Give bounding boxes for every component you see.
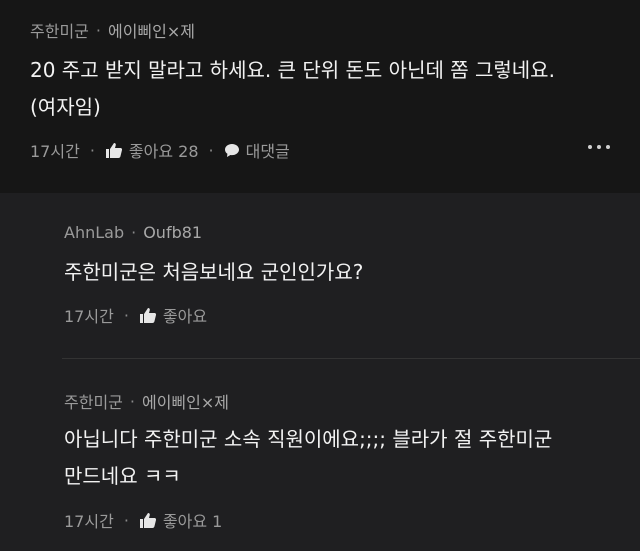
speech-bubble-icon bbox=[224, 143, 240, 158]
meta-separator: · bbox=[131, 223, 137, 242]
meta-separator: · bbox=[95, 20, 101, 40]
thumbs-up-icon bbox=[139, 512, 157, 529]
post-text-line: 20 주고 받지 말라고 하세요. 큰 단위 돈도 아닌데 쫌 그렇네요. bbox=[30, 58, 555, 82]
reply-time: 17시간 bbox=[64, 307, 114, 326]
like-button[interactable]: 좋아요 28 bbox=[105, 138, 199, 162]
more-dot bbox=[606, 145, 610, 149]
reply-time: 17시간 bbox=[64, 512, 114, 531]
divider bbox=[62, 358, 640, 359]
reply-company[interactable]: 에이삐인×제 bbox=[142, 389, 229, 413]
like-label: 좋아요 28 bbox=[128, 142, 199, 161]
action-separator: · bbox=[123, 305, 129, 325]
reply-meta: AhnLab · Oufb81 bbox=[64, 223, 202, 242]
reply-author[interactable]: AhnLab bbox=[64, 223, 124, 242]
reply-body: 주한미군은 처음보네요 군인인가요? bbox=[64, 254, 363, 291]
more-dot bbox=[588, 145, 592, 149]
reply-actions: 17시간 · 좋아요 1 bbox=[64, 508, 222, 532]
like-button[interactable]: 좋아요 1 bbox=[139, 508, 222, 532]
original-post: 주한미군 · 에이삐인×제 20 주고 받지 말라고 하세요. 큰 단위 돈도 … bbox=[0, 0, 640, 193]
thumbs-up-icon bbox=[139, 307, 157, 324]
reply-meta: 주한미군 · 에이삐인×제 bbox=[64, 389, 229, 413]
action-separator: · bbox=[89, 140, 95, 160]
post-company[interactable]: 에이삐인×제 bbox=[108, 18, 195, 42]
post-author[interactable]: 주한미군 bbox=[30, 18, 89, 42]
post-body: 20 주고 받지 말라고 하세요. 큰 단위 돈도 아닌데 쫌 그렇네요. (여… bbox=[30, 52, 555, 126]
reply-button[interactable]: 대댓글 bbox=[224, 138, 290, 162]
meta-separator: · bbox=[129, 391, 135, 411]
reply-body: 아닙니다 주한미군 소속 직원이에요;;;; 블라가 절 주한미군 만드네요 ㅋ… bbox=[64, 421, 552, 495]
reply-text-line: 주한미군은 처음보네요 군인인가요? bbox=[64, 260, 364, 284]
reply-company[interactable]: Oufb81 bbox=[143, 223, 202, 242]
reply-text-line: 아닙니다 주한미군 소속 직원이에요;;;; 블라가 절 주한미군 bbox=[64, 427, 553, 451]
more-dot bbox=[597, 145, 601, 149]
action-separator: · bbox=[123, 510, 129, 530]
post-meta: 주한미군 · 에이삐인×제 bbox=[30, 18, 195, 42]
like-button[interactable]: 좋아요 bbox=[139, 303, 207, 327]
more-dots-icon[interactable] bbox=[588, 145, 610, 149]
reply-label: 대댓글 bbox=[245, 142, 290, 161]
post-actions: 17시간 · 좋아요 28 · 대댓글 bbox=[30, 138, 290, 162]
action-separator: · bbox=[208, 140, 214, 160]
thumbs-up-icon bbox=[105, 142, 123, 159]
like-label: 좋아요 1 bbox=[162, 512, 223, 531]
reply-author[interactable]: 주한미군 bbox=[64, 389, 123, 413]
like-label: 좋아요 bbox=[162, 307, 208, 326]
post-time: 17시간 bbox=[30, 142, 80, 161]
post-text-line: (여자임) bbox=[30, 95, 101, 119]
reply-actions: 17시간 · 좋아요 bbox=[64, 303, 207, 327]
reply-text-line: 만드네요 ㅋㅋ bbox=[64, 464, 181, 488]
